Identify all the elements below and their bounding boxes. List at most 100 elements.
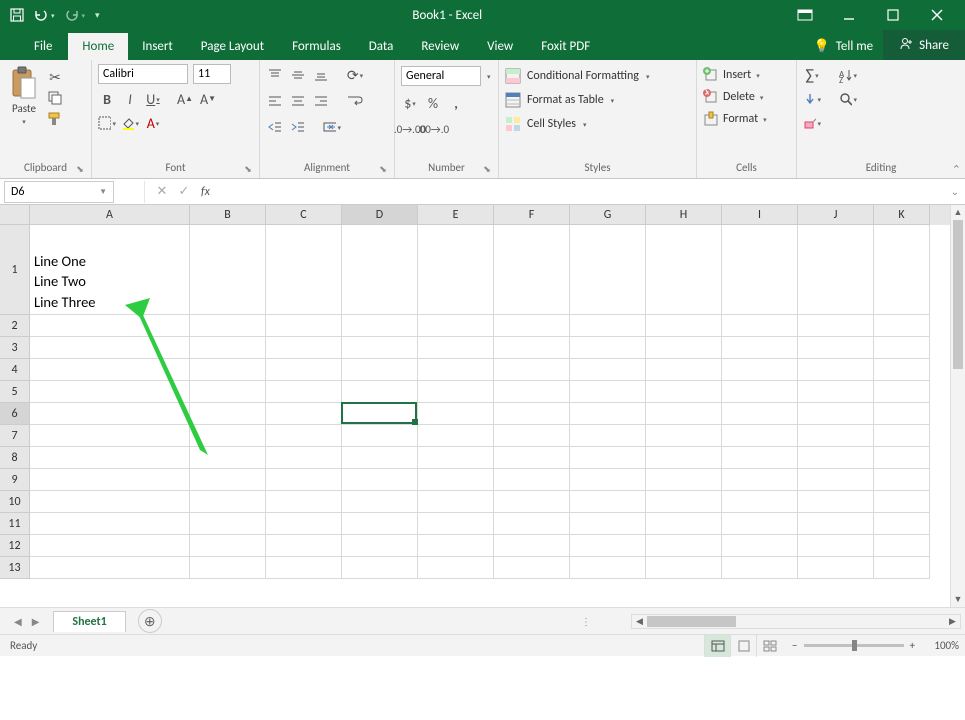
cell-B5[interactable]	[190, 381, 266, 403]
ribbon-display-icon[interactable]	[795, 9, 815, 21]
cell-D13[interactable]	[342, 557, 418, 579]
cell-J5[interactable]	[798, 381, 874, 403]
cell-B12[interactable]	[190, 535, 266, 557]
percent-format-icon[interactable]: %	[424, 94, 442, 112]
minimize-button[interactable]	[839, 9, 859, 21]
tab-foxit-pdf[interactable]: Foxit PDF	[527, 33, 604, 60]
cell-K13[interactable]	[874, 557, 930, 579]
row-header-4[interactable]: 4	[0, 359, 30, 381]
page-layout-view-button[interactable]	[730, 635, 756, 657]
cell-J6[interactable]	[798, 403, 874, 425]
format-cells-button[interactable]: Format▾	[703, 110, 790, 128]
cell-C10[interactable]	[266, 491, 342, 513]
vertical-scrollbar[interactable]: ▲ ▼	[950, 205, 965, 607]
cell-C12[interactable]	[266, 535, 342, 557]
cell-C8[interactable]	[266, 447, 342, 469]
cell-J13[interactable]	[798, 557, 874, 579]
cell-H4[interactable]	[646, 359, 722, 381]
cell-F5[interactable]	[494, 381, 570, 403]
tab-view[interactable]: View	[473, 33, 527, 60]
cell-G8[interactable]	[570, 447, 646, 469]
cell-D8[interactable]	[342, 447, 418, 469]
row-header-6[interactable]: 6	[0, 403, 30, 425]
cell-H8[interactable]	[646, 447, 722, 469]
cell-E3[interactable]	[418, 337, 494, 359]
cell-D11[interactable]	[342, 513, 418, 535]
cell-I8[interactable]	[722, 447, 798, 469]
cell-A6[interactable]	[30, 403, 190, 425]
cell-G12[interactable]	[570, 535, 646, 557]
zoom-out-button[interactable]: −	[792, 639, 797, 652]
cell-C5[interactable]	[266, 381, 342, 403]
cell-B3[interactable]	[190, 337, 266, 359]
clear-button[interactable]: ▾	[803, 114, 821, 132]
cell-H10[interactable]	[646, 491, 722, 513]
column-header-E[interactable]: E	[418, 205, 494, 225]
cell-E11[interactable]	[418, 513, 494, 535]
cell-J3[interactable]	[798, 337, 874, 359]
cell-A7[interactable]	[30, 425, 190, 447]
cell-E9[interactable]	[418, 469, 494, 491]
row-header-5[interactable]: 5	[0, 381, 30, 403]
insert-cells-button[interactable]: Insert▾	[703, 66, 790, 84]
tab-insert[interactable]: Insert	[128, 33, 187, 60]
cell-G2[interactable]	[570, 315, 646, 337]
cell-B2[interactable]	[190, 315, 266, 337]
cell-E5[interactable]	[418, 381, 494, 403]
cell-H6[interactable]	[646, 403, 722, 425]
cell-C9[interactable]	[266, 469, 342, 491]
cell-I7[interactable]	[722, 425, 798, 447]
sort-filter-button[interactable]: AZ▾	[839, 66, 857, 84]
cell-H1[interactable]	[646, 225, 722, 315]
cell-D5[interactable]	[342, 381, 418, 403]
cell-B11[interactable]	[190, 513, 266, 535]
cell-styles-button[interactable]: Cell Styles▾	[505, 114, 690, 134]
format-as-table-button[interactable]: Format as Table▾	[505, 90, 690, 110]
cell-I10[interactable]	[722, 491, 798, 513]
cell-F6[interactable]	[494, 403, 570, 425]
enter-formula-icon[interactable]: ✓	[173, 184, 195, 199]
cell-G3[interactable]	[570, 337, 646, 359]
cell-F12[interactable]	[494, 535, 570, 557]
cell-K2[interactable]	[874, 315, 930, 337]
cell-I1[interactable]	[722, 225, 798, 315]
cell-J7[interactable]	[798, 425, 874, 447]
cell-K4[interactable]	[874, 359, 930, 381]
cell-C7[interactable]	[266, 425, 342, 447]
cell-F3[interactable]	[494, 337, 570, 359]
align-top-icon[interactable]	[266, 66, 284, 84]
name-box-caret-icon[interactable]: ▼	[99, 187, 107, 197]
row-header-8[interactable]: 8	[0, 447, 30, 469]
cell-B1[interactable]	[190, 225, 266, 315]
save-icon[interactable]	[10, 8, 24, 22]
font-size-input[interactable]	[193, 64, 231, 84]
cell-J1[interactable]	[798, 225, 874, 315]
cell-C11[interactable]	[266, 513, 342, 535]
cell-E12[interactable]	[418, 535, 494, 557]
cell-G10[interactable]	[570, 491, 646, 513]
new-sheet-button[interactable]: ⊕	[138, 609, 162, 633]
cell-F13[interactable]	[494, 557, 570, 579]
cell-K10[interactable]	[874, 491, 930, 513]
cell-E8[interactable]	[418, 447, 494, 469]
cell-K5[interactable]	[874, 381, 930, 403]
cell-E4[interactable]	[418, 359, 494, 381]
tab-file[interactable]: File	[18, 33, 68, 60]
cell-I12[interactable]	[722, 535, 798, 557]
cut-icon[interactable]: ✂	[46, 68, 64, 86]
row-header-10[interactable]: 10	[0, 491, 30, 513]
cell-D4[interactable]	[342, 359, 418, 381]
cell-K8[interactable]	[874, 447, 930, 469]
cell-K11[interactable]	[874, 513, 930, 535]
cell-G1[interactable]	[570, 225, 646, 315]
merge-center-icon[interactable]: ▾	[323, 118, 341, 136]
alignment-launcher-icon[interactable]: ⬊	[378, 164, 388, 174]
column-header-J[interactable]: J	[798, 205, 874, 225]
cell-H2[interactable]	[646, 315, 722, 337]
zoom-thumb[interactable]	[852, 640, 857, 651]
cell-D9[interactable]	[342, 469, 418, 491]
cell-F8[interactable]	[494, 447, 570, 469]
border-button[interactable]: ▾	[98, 114, 116, 132]
delete-cells-button[interactable]: Delete▾	[703, 88, 790, 106]
cell-E10[interactable]	[418, 491, 494, 513]
